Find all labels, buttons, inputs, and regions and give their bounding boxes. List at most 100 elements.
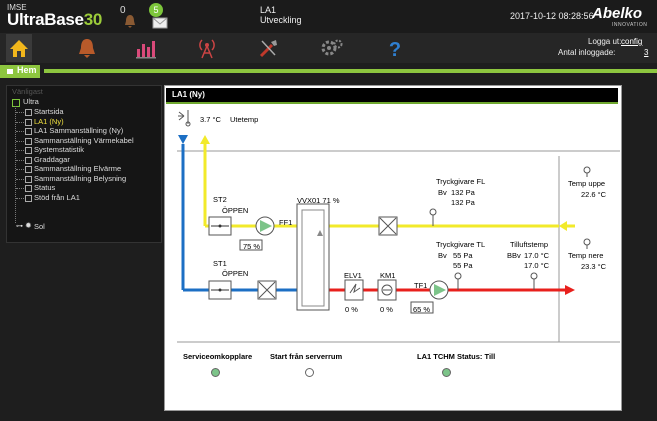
st1-label: ST1 xyxy=(213,259,227,268)
supply-temp-bbv: 17.0 °C xyxy=(524,251,550,260)
pressure-fl-bv: 132 Pa xyxy=(451,188,475,197)
temp-upper-label: Temp uppe xyxy=(568,179,606,188)
tree-item[interactable]: Sammanställning Elvärme xyxy=(34,164,121,173)
page-title-marker xyxy=(7,69,13,74)
page-icon xyxy=(25,147,32,154)
tree-sol-toggle-icon[interactable]: ⊶ xyxy=(16,222,23,230)
tree-connector xyxy=(16,197,24,200)
supply-temp-bbv-label: BBv xyxy=(507,251,521,260)
panel-title: LA1 (Ny) xyxy=(172,90,205,99)
tree-item[interactable]: Status xyxy=(34,183,55,192)
supply-arrow xyxy=(565,285,575,295)
tree-connector xyxy=(16,140,24,143)
tree-item[interactable]: Graddagar xyxy=(34,155,70,164)
elv1-label: ELV1 xyxy=(344,271,362,280)
page-icon xyxy=(25,128,32,135)
unit-status-label: LA1 TCHM Status: Till xyxy=(417,352,496,361)
alarm-count: 0 xyxy=(120,5,126,16)
antenna-icon[interactable] xyxy=(194,36,220,60)
tree-item[interactable]: Sammanställning Värmekabel xyxy=(34,136,134,145)
tree-guide-line xyxy=(15,106,17,223)
company-logo: Abelko xyxy=(592,5,643,22)
km1-value: 0 % xyxy=(380,305,393,314)
page-icon xyxy=(25,137,32,145)
tools-icon[interactable] xyxy=(256,36,282,60)
pressure-tl-value: 55 Pa xyxy=(453,261,473,270)
outdoor-temp-label: Utetemp xyxy=(230,115,259,124)
tree-connector xyxy=(16,178,24,181)
site-subtitle: Utveckling xyxy=(260,15,302,25)
envelope-icon[interactable] xyxy=(152,16,168,29)
tree-item[interactable]: Systemstatistik xyxy=(34,145,84,154)
logged-in-count-label: Antal inloggade: xyxy=(558,48,616,57)
sensor-supply-temp xyxy=(530,272,538,280)
logout-label: Logga ut: xyxy=(588,37,622,46)
ff1-speed[interactable]: 75 % xyxy=(243,242,260,251)
tree-item-sol[interactable]: Sol xyxy=(34,222,45,231)
unit-status-led xyxy=(442,368,451,377)
page-icon xyxy=(25,109,32,116)
st1-state: ÖPPEN xyxy=(222,269,249,278)
supply-temp-value: 17.0 °C xyxy=(524,261,550,270)
home-icon[interactable] xyxy=(6,34,32,62)
brand-name: UltraBase30 xyxy=(7,10,102,29)
sensor-fl xyxy=(429,208,437,216)
tree-item[interactable]: LA1 (Ny) xyxy=(34,117,64,126)
st2-state: ÖPPEN xyxy=(222,206,249,215)
tree-connector xyxy=(16,112,24,114)
service-switch-label: Serviceomkopplare xyxy=(183,352,253,361)
exhaust-arrow xyxy=(200,135,210,144)
alarm-icon[interactable] xyxy=(123,14,137,28)
pressure-fl-bv-label: Bv xyxy=(438,188,447,197)
heat-exchanger-label: VVX01 71 % xyxy=(297,196,340,205)
tree-connector xyxy=(16,121,24,124)
server-start-label: Start från serverrum xyxy=(270,352,343,361)
bell-icon[interactable] xyxy=(74,36,100,60)
extract-arrow xyxy=(559,221,567,231)
sensor-temp-upper xyxy=(583,166,591,174)
notification-badge: 5 xyxy=(149,3,163,17)
bar-chart-icon[interactable] xyxy=(133,36,159,60)
service-switch-led xyxy=(211,368,220,377)
sun-icon: ✹ xyxy=(25,221,32,230)
tf1-speed[interactable]: 65 % xyxy=(413,305,430,314)
pressure-tl-title: Tryckgivare TL xyxy=(436,240,486,249)
st2-label: ST2 xyxy=(213,195,227,204)
pressure-fl-title: Tryckgivare FL xyxy=(436,177,486,186)
pressure-tl-bv-label: Bv xyxy=(438,251,447,260)
company-logo-subtitle: INNOVATION xyxy=(612,22,648,28)
km1-label: KM1 xyxy=(380,271,396,280)
tree-root-faded: Vänligast xyxy=(12,87,43,96)
tree-root[interactable]: Ultra xyxy=(23,97,39,106)
tree-item[interactable]: Sammanställning Belysning xyxy=(34,174,126,183)
page-icon xyxy=(25,175,32,183)
tree-connector xyxy=(16,150,24,152)
logged-in-count-link[interactable]: 3 xyxy=(644,48,648,57)
gears-icon[interactable] xyxy=(319,36,345,60)
temp-lower-label: Temp nere xyxy=(568,251,604,260)
server-start-led xyxy=(305,368,314,377)
outdoor-temp-value: 3.7 °C xyxy=(200,115,221,124)
page-icon xyxy=(25,118,32,126)
tree-item[interactable]: Stöd från LA1 xyxy=(34,193,80,202)
outdoor-temp-icon xyxy=(178,110,191,127)
temp-upper-value: 22.6 °C xyxy=(581,190,607,199)
logout-link[interactable]: config xyxy=(621,37,642,46)
tree-connector xyxy=(16,131,24,133)
site-name: LA1 xyxy=(260,5,277,15)
intake-arrow xyxy=(178,135,188,144)
pressure-tl-bv: 55 Pa xyxy=(453,251,473,260)
tree-item[interactable]: Startsida xyxy=(34,107,64,116)
panel-header xyxy=(166,88,618,104)
temp-lower-value: 23.3 °C xyxy=(581,262,607,271)
datetime: 2017-10-12 08:28:56 xyxy=(510,11,594,21)
page-icon xyxy=(25,166,32,173)
tree-connector xyxy=(16,188,24,190)
ff1-label: FF1 xyxy=(279,218,293,227)
tree-item[interactable]: LA1 Sammanställning (Ny) xyxy=(34,126,123,135)
page-icon xyxy=(25,156,32,164)
page-title-line xyxy=(44,69,657,73)
help-icon[interactable]: ? xyxy=(382,36,408,61)
page-title: Hem xyxy=(17,65,37,75)
tree-connector xyxy=(16,159,24,162)
